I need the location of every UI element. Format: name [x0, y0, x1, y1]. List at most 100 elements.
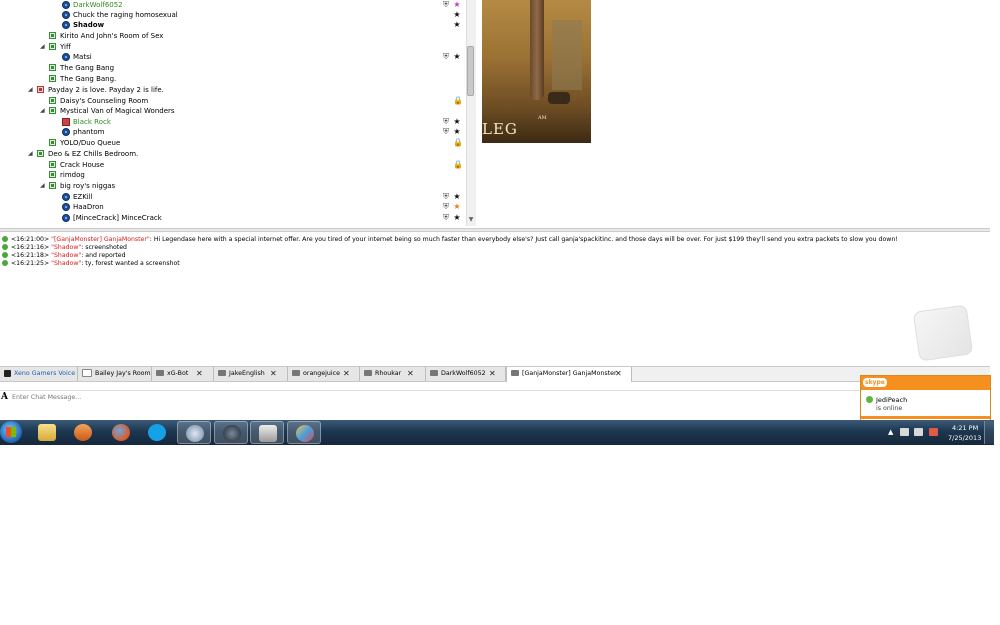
client-name: HaaDron	[73, 203, 104, 211]
windows-logo-icon	[6, 427, 16, 437]
clock-date[interactable]: 7/25/2013	[948, 434, 981, 442]
channel-row[interactable]: YOLO/Duo Queue 🔒	[0, 138, 466, 148]
channel-name: Mystical Van of Magical Wonders	[60, 107, 175, 115]
channel-row[interactable]: The Gang Bang.	[0, 74, 466, 84]
channel-icon	[49, 32, 56, 39]
client-row[interactable]: phantom ⛨ ★	[0, 127, 466, 137]
tab-private-chat[interactable]: DarkWolf6052 ✕	[426, 367, 506, 381]
tab-private-chat[interactable]: orangejuice ✕	[288, 367, 360, 381]
network-icon[interactable]	[914, 428, 923, 436]
tab-label: Rhoukar	[375, 370, 402, 377]
client-row[interactable]: Chuck the raging homosexual ★	[0, 10, 466, 20]
taskbar-paint[interactable]	[287, 421, 321, 444]
close-tab-icon[interactable]: ✕	[615, 367, 622, 381]
channel-name: Crack House	[60, 161, 105, 169]
start-button[interactable]	[0, 421, 22, 443]
channel-row[interactable]: Crack House 🔒	[0, 160, 466, 170]
tab-label: [GanjaMonster] GanjaMonster	[522, 370, 617, 377]
expand-collapse-icon[interactable]: ◢	[40, 106, 46, 116]
close-tab-icon[interactable]: ✕	[343, 367, 350, 381]
expand-collapse-icon[interactable]: ◢	[28, 149, 34, 159]
close-tab-icon[interactable]: ✕	[407, 367, 414, 381]
volume-icon[interactable]	[900, 428, 909, 436]
taskbar-media-player[interactable]	[66, 421, 100, 444]
teamspeak-watermark-icon	[912, 304, 974, 362]
clock-time[interactable]: 4:21 PM	[952, 424, 978, 432]
tab-private-chat-active[interactable]: [GanjaMonster] GanjaMonster ✕	[506, 367, 632, 382]
chat-message-icon	[2, 244, 8, 250]
user-icon	[62, 193, 70, 201]
expand-collapse-icon[interactable]: ◢	[40, 181, 46, 191]
client-row[interactable]: Black Rock ⛨ ★	[0, 117, 466, 127]
close-tab-icon[interactable]: ✕	[270, 367, 277, 381]
chat-nick[interactable]: "Shadow"	[51, 260, 81, 267]
channel-group-star-icon: ★	[453, 0, 461, 9]
poster-building	[552, 20, 582, 90]
close-tab-icon[interactable]: ✕	[196, 367, 203, 381]
tab-server[interactable]: Xeno Gamers Voice	[0, 367, 78, 381]
taskbar-firefox[interactable]	[104, 421, 138, 444]
tree-scrollbar-thumb[interactable]	[467, 46, 474, 96]
client-name: Matsi	[73, 53, 92, 61]
chat-nick[interactable]: "Shadow"	[51, 244, 81, 251]
chat-time: <16:21:18>	[11, 252, 50, 259]
user-chat-icon	[511, 370, 519, 376]
client-name: Shadow	[73, 21, 105, 29]
channel-row[interactable]: ◢ Yiff	[0, 42, 466, 52]
tab-private-chat[interactable]: xG-Bot ✕	[152, 367, 214, 381]
action-center-flag-icon[interactable]	[929, 428, 938, 436]
chat-message-input[interactable]	[12, 392, 852, 403]
tab-private-chat[interactable]: Rhoukar ✕	[360, 367, 426, 381]
expand-collapse-icon[interactable]: ◢	[40, 42, 46, 52]
channel-name: The Gang Bang	[60, 64, 115, 72]
lock-icon: 🔒	[453, 160, 463, 169]
client-row[interactable]: EZKill ⛨ ★	[0, 192, 466, 202]
user-icon	[62, 128, 70, 136]
channel-row[interactable]: rimdog	[0, 170, 466, 180]
lock-icon: 🔒	[453, 138, 463, 147]
channel-row[interactable]: Kirito And John's Room of Sex	[0, 31, 466, 41]
channel-row[interactable]: The Gang Bang	[0, 63, 466, 73]
client-row[interactable]: Shadow ★	[0, 20, 466, 30]
teamspeak-icon	[186, 425, 204, 442]
taskbar-skype[interactable]	[140, 421, 174, 444]
tree-scrollbar[interactable]	[466, 0, 476, 226]
tab-channel[interactable]: Bailey Jay's Room	[78, 367, 152, 381]
channel-group-star-icon: ★	[453, 213, 461, 222]
poster-dog	[548, 92, 570, 104]
channel-group-star-icon: ★	[453, 10, 461, 19]
folder-icon	[38, 424, 56, 441]
tree-scroll-down-icon[interactable]: ▼	[467, 216, 475, 224]
away-user-icon	[62, 118, 70, 126]
show-hidden-icons-icon[interactable]: ▲	[888, 428, 893, 436]
expand-collapse-icon[interactable]: ◢	[28, 85, 34, 95]
channel-row[interactable]: Daisy's Counseling Room 🔒	[0, 96, 466, 106]
client-row[interactable]: HaaDron ⛨ ★	[0, 202, 466, 212]
skype-contact-name: JediPeach	[876, 396, 908, 404]
client-row[interactable]: [MinceCrack] MinceCrack ⛨ ★	[0, 213, 466, 223]
taskbar-teamspeak[interactable]	[177, 421, 211, 444]
channel-row[interactable]: ◢ Deo & EZ Chills Bedroom.	[0, 149, 466, 159]
close-tab-icon[interactable]: ✕	[489, 367, 496, 381]
chat-nick[interactable]: "Shadow"	[51, 252, 81, 259]
chat-nick[interactable]: "[GanjaMonster] GanjaMonster"	[51, 236, 150, 243]
server-group-icon: ⛨	[443, 0, 449, 9]
server-group-icon: ⛨	[443, 52, 449, 61]
chat-message-icon	[2, 252, 8, 258]
user-icon	[62, 21, 70, 29]
firefox-icon	[112, 424, 130, 441]
client-row[interactable]: DarkWolf6052 ⛨ ★	[0, 0, 466, 10]
client-row[interactable]: Matsi ⛨ ★	[0, 52, 466, 62]
tab-private-chat[interactable]: JakeEnglish ✕	[214, 367, 288, 381]
channel-row[interactable]: ◢ Payday 2 is love. Payday 2 is life.	[0, 85, 466, 95]
taskbar-counter-strike[interactable]	[250, 421, 284, 444]
taskbar-steam[interactable]	[214, 421, 248, 444]
channel-row[interactable]: ◢ big roy's niggas	[0, 181, 466, 191]
channel-row[interactable]: ◢ Mystical Van of Magical Wonders	[0, 106, 466, 116]
text-format-icon[interactable]: A	[1, 392, 8, 402]
user-chat-icon	[292, 370, 300, 376]
taskbar-explorer[interactable]	[30, 421, 64, 444]
show-desktop-button[interactable]	[984, 421, 994, 444]
channel-group-star-icon: ★	[453, 192, 461, 201]
chat-time: <16:21:25>	[11, 260, 50, 267]
